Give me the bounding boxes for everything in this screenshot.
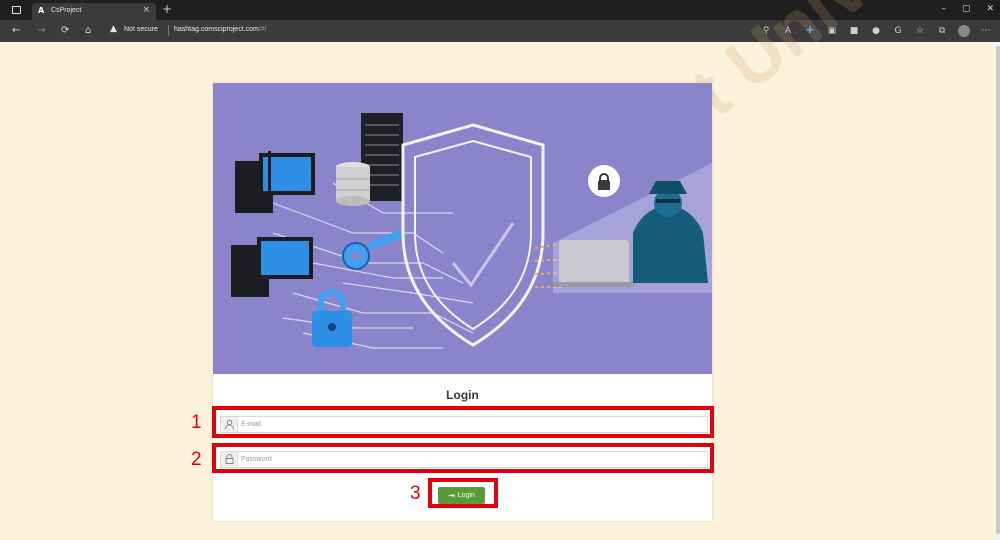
annotation-number-3: 3 [410,483,421,504]
window-menu-icon[interactable] [12,6,21,14]
browser-toolbar: ⚲ A ✚ ▣ ■ ● G ☆ ⧉ ⋯ [760,24,992,38]
annotation-number-2: 2 [191,449,202,470]
tab-close-icon[interactable]: × [142,5,150,15]
tab-favicon-icon: A [38,6,45,15]
annotation-box-1 [212,406,714,438]
close-window-button[interactable]: ✕ [986,3,994,15]
window-controls: – ▢ ✕ [941,3,994,15]
cyber-security-illustration [213,83,712,374]
scrollbar-thumb[interactable] [996,46,1000,534]
search-icon[interactable]: ⚲ [760,24,772,38]
collections-icon[interactable]: ⧉ [936,24,948,38]
hero-illustration [213,83,712,374]
tab-title: CsProject [51,7,82,14]
not-secure-label[interactable]: Not secure [124,26,158,33]
tab-csproject[interactable]: A CsProject × [32,3,156,20]
forward-button[interactable]: → [37,24,45,38]
more-icon[interactable]: ⋯ [980,24,992,38]
annotation-box-3 [428,478,498,508]
home-button[interactable]: ⌂ [85,24,91,38]
read-aloud-icon[interactable]: A [782,24,794,38]
login-title: Login [446,388,479,402]
url-text[interactable]: hashtag.comsciproject.com/#/ [174,26,267,33]
bookmark-icon[interactable]: ■ [848,24,860,38]
shield-icon[interactable]: ● [870,24,882,38]
annotation-box-2 [212,443,714,473]
refresh-icon[interactable]: G [892,24,904,38]
favorites-icon[interactable]: ☆ [914,24,926,38]
extension-icon[interactable]: ✚ [804,24,816,38]
minimize-button[interactable]: – [941,3,946,15]
puzzle-icon[interactable]: ▣ [826,24,838,38]
restore-button[interactable]: ▢ [962,3,971,15]
annotation-number-1: 1 [191,412,202,433]
back-button[interactable]: ← [12,24,20,38]
warning-icon[interactable]: ▲ [110,24,117,34]
new-tab-button[interactable]: + [162,2,172,16]
profile-icon[interactable] [958,25,970,37]
reload-button[interactable]: ⟳ [61,24,69,38]
url-separator [168,25,169,36]
browser-tab-bar: A CsProject × + – ▢ ✕ [0,0,1000,20]
address-bar: ← → ⟳ ⌂ ▲ Not secure hashtag.comsciproje… [0,20,1000,42]
